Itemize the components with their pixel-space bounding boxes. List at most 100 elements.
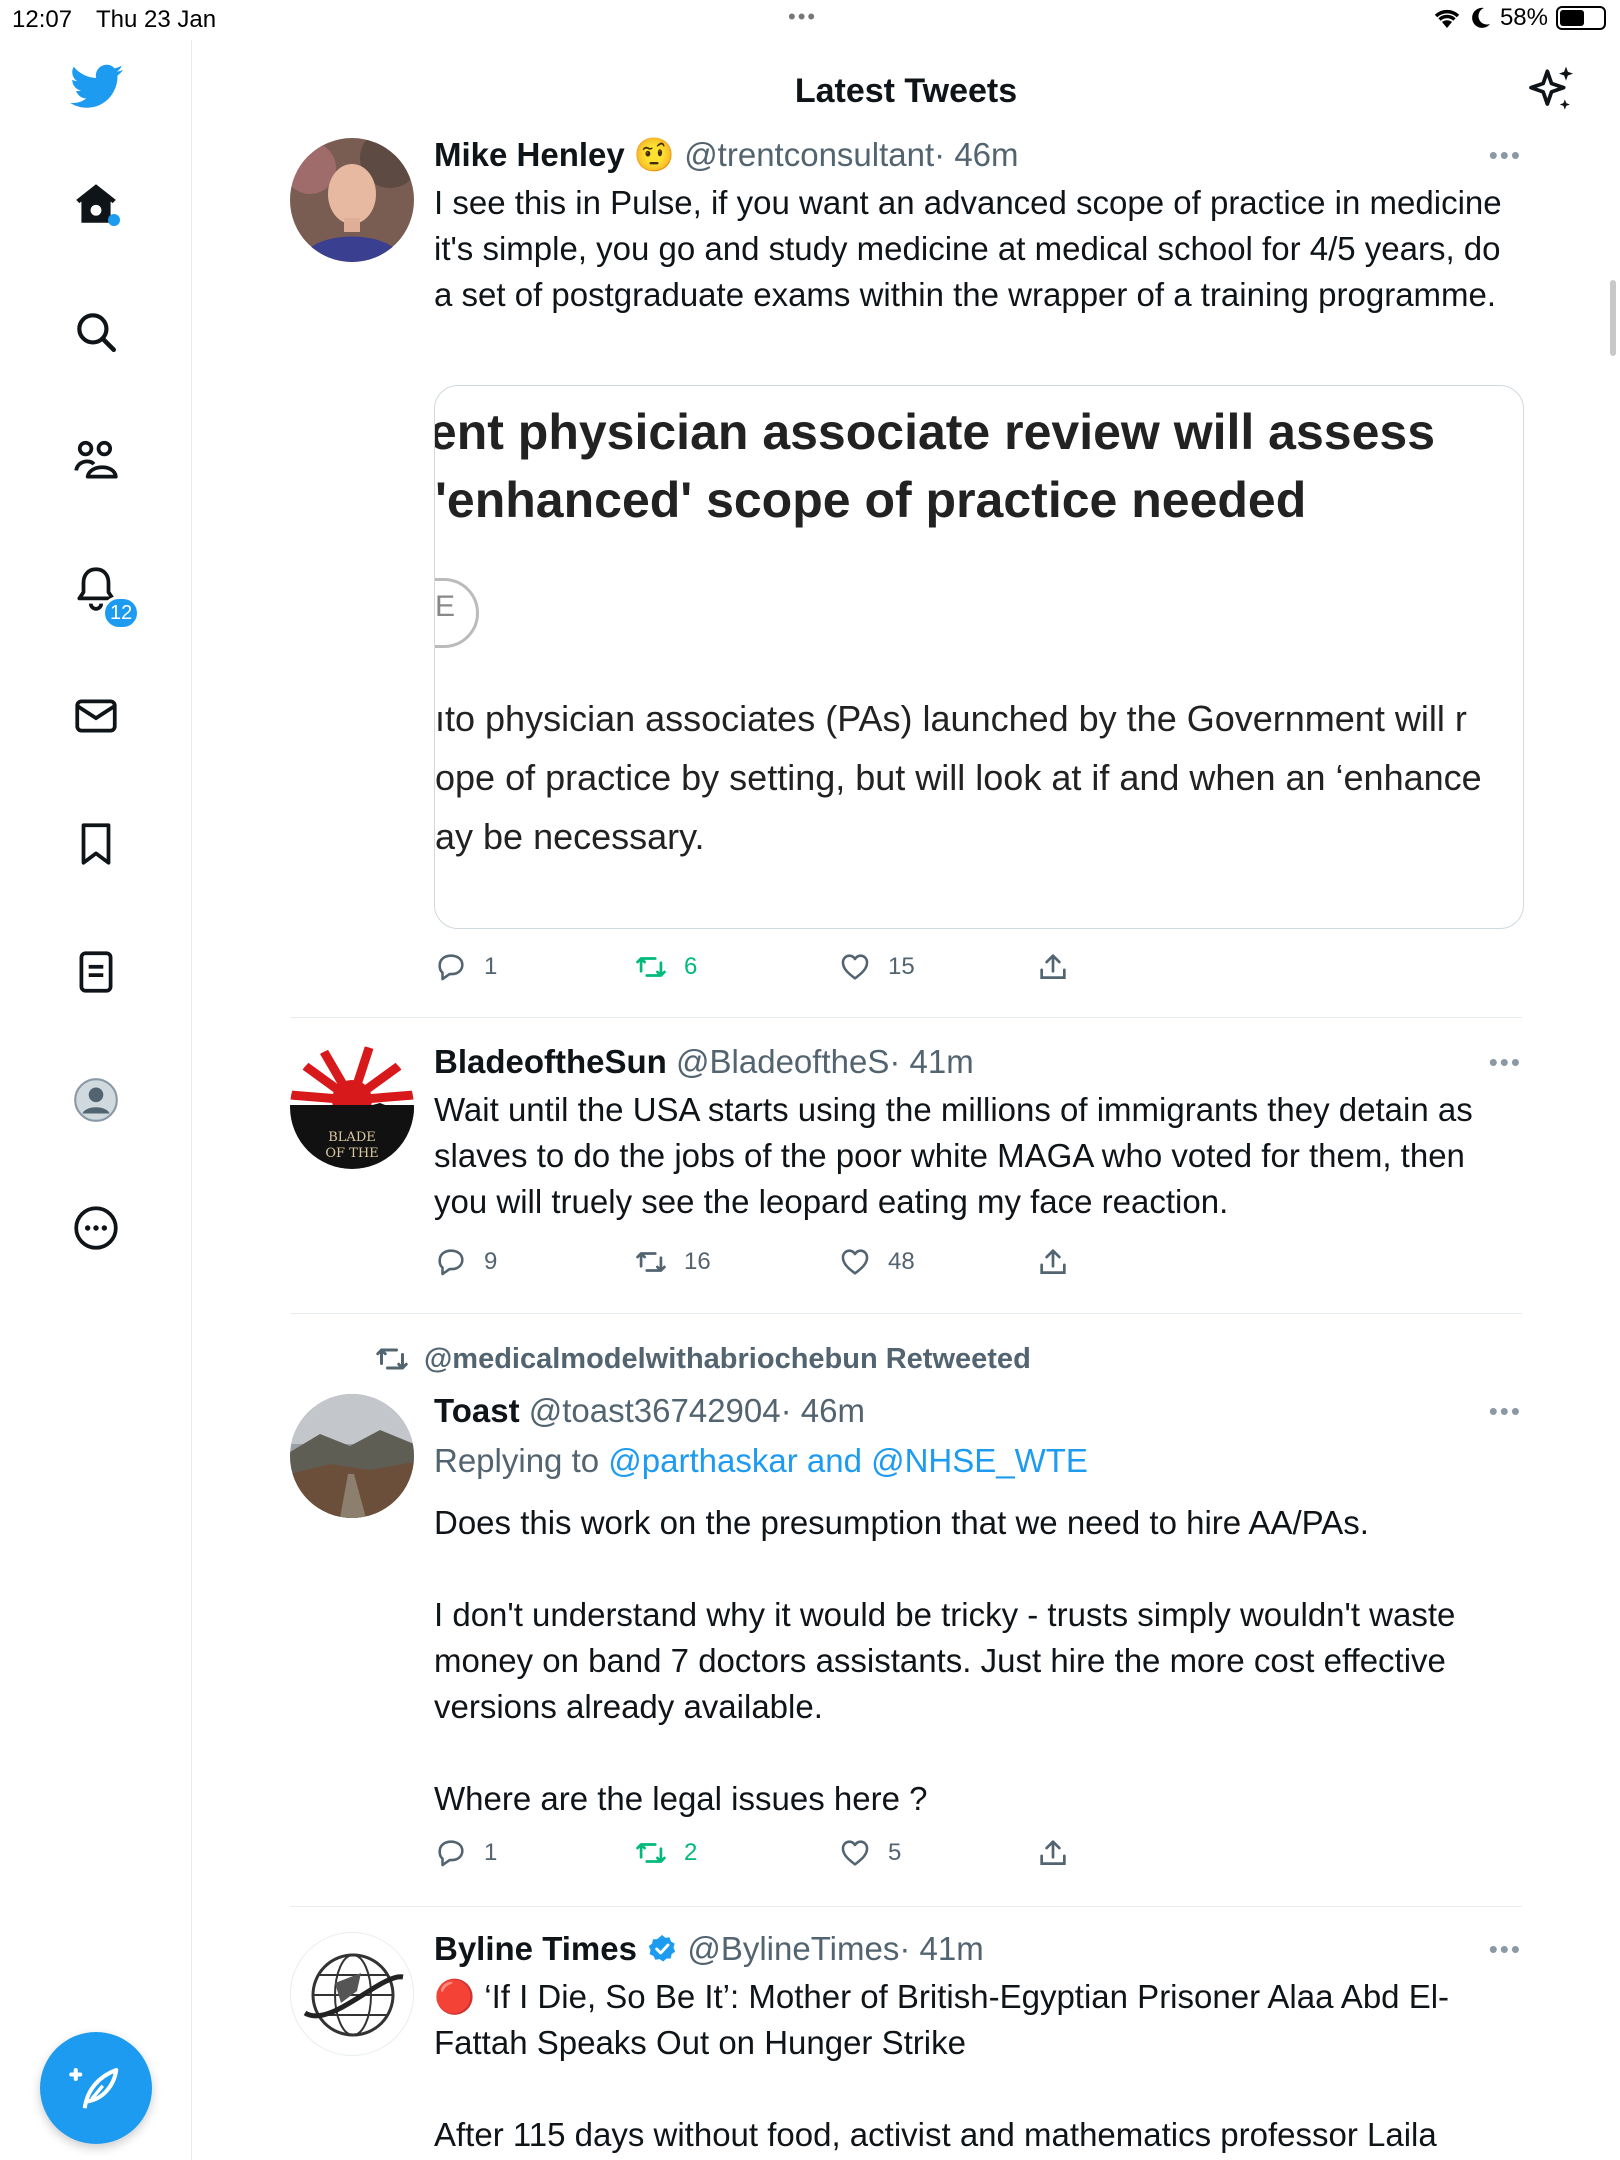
retweet-icon [636, 957, 666, 977]
like-button[interactable]: 5 [838, 1836, 901, 1870]
retweeted-by-line[interactable]: @medicalmodelwithabriochebun Retweeted [374, 1341, 1031, 1377]
author-handle[interactable]: @trentconsultant [684, 136, 934, 173]
sparkle-icon[interactable] [1524, 62, 1580, 118]
sidebar-item-messages[interactable] [66, 686, 126, 746]
like-button[interactable]: 48 [838, 1245, 915, 1279]
author-handle[interactable]: @BylineTimes [687, 1930, 899, 1967]
battery-fill [1560, 10, 1584, 26]
tweet-header: BladeoftheSun @BladeoftheS· 41m [434, 1043, 974, 1081]
tweet[interactable]: BLADE OF THE BladeoftheSun @BladeoftheS·… [290, 1043, 1522, 1293]
card-heading-line: 'enhanced' scope of practice needed [435, 472, 1307, 528]
tweet-actions: 9 16 48 [434, 1245, 1074, 1285]
reply-count: 1 [484, 953, 498, 980]
home-unread-dot [108, 214, 120, 226]
heart-icon [841, 1840, 869, 1866]
tweet-time[interactable]: · 46m [934, 136, 1018, 173]
replying-to-prefix: Replying to [434, 1442, 600, 1479]
sidebar-item-profile[interactable] [66, 1070, 126, 1130]
author-handle[interactable]: @toast36742904 [529, 1392, 781, 1429]
author-name[interactable]: Mike Henley [434, 136, 625, 173]
author-name[interactable]: Byline Times [434, 1930, 637, 1967]
search-icon [77, 313, 117, 352]
share-icon [1040, 1840, 1066, 1865]
tweet-text: 🔴 ‘If I Die, So Be It’: Mother of Britis… [434, 1978, 1450, 2153]
tweet[interactable]: Byline Times @BylineTimes· 41m ••• 🔴 ‘If… [290, 1930, 1522, 2160]
share-icon [1040, 954, 1066, 979]
communities-icon [74, 440, 118, 479]
replying-to: Replying to @parthaskar and @NHSE_WTE [434, 1442, 1088, 1480]
more-options-icon[interactable]: ••• [1489, 1934, 1522, 1965]
card-heading-line: ıent physician associate review will ass… [434, 404, 1435, 460]
more-options-icon[interactable]: ••• [1489, 1396, 1522, 1427]
like-count: 48 [888, 1248, 915, 1275]
tweet-header: Toast @toast36742904· 46m [434, 1392, 865, 1430]
status-bar: 12:07 Thu 23 Jan ••• 58% [0, 0, 1620, 40]
link-card-image[interactable]: ıent physician associate review will ass… [434, 385, 1524, 929]
wifi-icon [1434, 9, 1460, 28]
reply-button[interactable]: 1 [434, 1836, 497, 1870]
share-button[interactable] [1036, 950, 1070, 984]
tweet-divider [290, 1906, 1522, 1907]
author-handle[interactable]: @BladeoftheS [676, 1043, 889, 1080]
avatar-globe-logo-image [291, 1933, 413, 2055]
avatar[interactable] [290, 138, 414, 262]
sidebar-item-more[interactable] [66, 1198, 126, 1258]
sidebar-item-bookmarks[interactable] [66, 814, 126, 874]
tweet-header: Byline Times @BylineTimes· 41m [434, 1930, 984, 1968]
tweet-text: Does this work on the presumption that w… [434, 1504, 1456, 1817]
status-right: 58% [1432, 4, 1606, 32]
avatar[interactable]: BLADE OF THE [290, 1045, 414, 1169]
profile-icon [74, 1078, 118, 1122]
sidebar-item-lists[interactable] [66, 942, 126, 1002]
tweet-time[interactable]: · 46m [781, 1392, 865, 1429]
reply-button[interactable]: 9 [434, 1245, 497, 1279]
like-button[interactable]: 15 [838, 950, 915, 984]
tweet-actions: 1 6 15 [434, 950, 1074, 990]
more-options-icon[interactable]: ••• [1489, 1047, 1522, 1078]
avatar-landscape-image [290, 1394, 414, 1518]
like-count: 15 [888, 953, 915, 980]
more-options-icon[interactable]: ••• [1489, 140, 1522, 171]
scrollbar[interactable] [1610, 280, 1616, 356]
card-circle-label: E [435, 590, 456, 623]
replying-to-users[interactable]: @parthaskar and @NHSE_WTE [608, 1442, 1088, 1479]
status-date: Thu 23 Jan [96, 6, 217, 33]
twitter-logo-icon[interactable] [70, 64, 124, 110]
notification-badge: 12 [102, 596, 141, 630]
sidebar-item-communities[interactable] [66, 430, 126, 490]
tweet[interactable]: Mike Henley 🤨 @trentconsultant· 46m ••• … [290, 136, 1524, 1016]
tweet-text: Wait until the USA starts using the mill… [434, 1091, 1482, 1220]
retweet-icon [376, 1348, 408, 1370]
battery-icon [1556, 6, 1606, 30]
avatar[interactable] [290, 1932, 414, 2056]
heart-icon [841, 1249, 869, 1275]
author-name[interactable]: BladeoftheSun [434, 1043, 667, 1080]
avatar-logo-text: BLADE [328, 1130, 376, 1145]
sidebar-item-search[interactable] [66, 302, 126, 362]
share-button[interactable] [1036, 1836, 1070, 1870]
verified-badge-icon [648, 1935, 676, 1962]
retweet-button[interactable]: 6 [634, 950, 697, 984]
avatar[interactable] [290, 1394, 414, 1518]
tweet-time[interactable]: · 41m [899, 1930, 983, 1967]
tweet-time[interactable]: · 41m [889, 1043, 973, 1080]
compose-feather-icon [69, 2067, 119, 2109]
retweet-button[interactable]: 16 [634, 1245, 711, 1279]
mail-icon [75, 699, 117, 733]
compose-tweet-button[interactable] [40, 2032, 152, 2144]
retweet-count: 16 [684, 1248, 711, 1275]
avatar-rising-sun-image: BLADE OF THE [290, 1045, 414, 1169]
tweet-header: Mike Henley 🤨 @trentconsultant· 46m [434, 136, 1019, 175]
reply-count: 9 [484, 1248, 498, 1275]
reply-button[interactable]: 1 [434, 950, 497, 984]
bookmark-icon [81, 823, 111, 865]
retweet-button[interactable]: 2 [634, 1836, 697, 1870]
share-button[interactable] [1036, 1245, 1070, 1279]
reply-icon [438, 1840, 464, 1867]
multitask-dots-icon[interactable]: ••• [788, 4, 817, 30]
author-name[interactable]: Toast [434, 1392, 520, 1429]
tweet[interactable]: Toast @toast36742904· 46m ••• Replying t… [290, 1392, 1522, 1892]
card-paragraph-line: ıto physician associates (PAs) launched … [435, 698, 1467, 739]
status-time: 12:07 [12, 6, 73, 33]
card-paragraph-line: ope of practice by setting, but will loo… [435, 757, 1482, 798]
